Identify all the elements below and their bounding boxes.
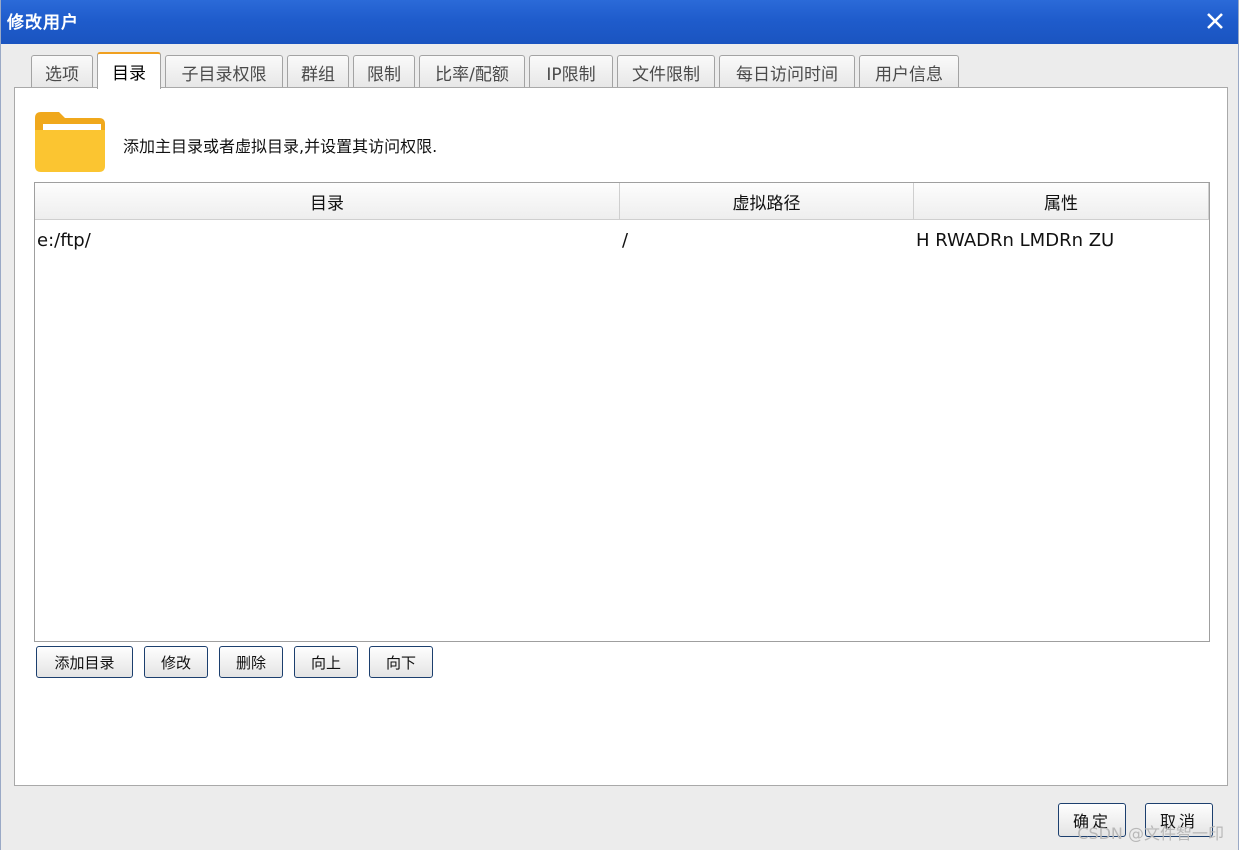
column-header-directory[interactable]: 目录 <box>35 183 620 220</box>
tab-label: 限制 <box>367 65 401 85</box>
move-up-button[interactable]: 向上 <box>294 646 358 678</box>
tab-label: 比率/配额 <box>435 65 509 85</box>
table-header: 目录 虚拟路径 属性 <box>35 183 1209 220</box>
tab-daily-access-time[interactable]: 每日访问时间 <box>719 55 855 89</box>
window-title: 修改用户 <box>7 13 79 33</box>
tab-label: 选项 <box>45 65 79 85</box>
cell-virtual-path: / <box>622 229 629 251</box>
column-header-attributes[interactable]: 属性 <box>914 183 1209 220</box>
directory-actions: 添加目录 修改 删除 向上 向下 <box>36 646 444 678</box>
tab-label: 每日访问时间 <box>736 65 838 85</box>
tab-limits[interactable]: 限制 <box>353 55 415 89</box>
modify-button[interactable]: 修改 <box>144 646 208 678</box>
close-button[interactable] <box>1200 6 1230 36</box>
tab-label: 文件限制 <box>632 65 700 85</box>
directory-description: 添加主目录或者虚拟目录,并设置其访问权限. <box>123 137 438 156</box>
cell-attributes: H RWADRn LMDRn ZU <box>916 229 1115 251</box>
move-down-button[interactable]: 向下 <box>369 646 433 678</box>
add-directory-button[interactable]: 添加目录 <box>36 646 133 678</box>
watermark: CSDN @文件智一印 <box>1077 824 1224 843</box>
tab-ratio-quota[interactable]: 比率/配额 <box>419 55 525 89</box>
delete-button[interactable]: 删除 <box>219 646 283 678</box>
title-bar[interactable]: 修改用户 <box>1 0 1238 44</box>
tab-directory[interactable]: 目录 <box>97 52 161 89</box>
tab-label: IP限制 <box>546 65 596 85</box>
tab-file-limits[interactable]: 文件限制 <box>617 55 715 89</box>
edit-user-dialog: 修改用户 选项 目录 子目录权限 群组 限制 比率/配额 IP限制 文件限制 每… <box>0 0 1239 850</box>
tab-strip: 选项 目录 子目录权限 群组 限制 比率/配额 IP限制 文件限制 每日访问时间… <box>31 52 963 89</box>
tab-user-info[interactable]: 用户信息 <box>859 55 959 89</box>
column-header-virtual-path[interactable]: 虚拟路径 <box>620 183 914 220</box>
close-icon <box>1207 13 1223 29</box>
tab-label: 子目录权限 <box>181 65 267 85</box>
tab-label: 群组 <box>301 65 335 85</box>
tab-options[interactable]: 选项 <box>31 55 93 89</box>
cell-directory: e:/ftp/ <box>37 229 91 251</box>
tab-groups[interactable]: 群组 <box>287 55 349 89</box>
tab-label: 目录 <box>112 64 146 84</box>
tab-subdir-permissions[interactable]: 子目录权限 <box>165 55 283 89</box>
tab-label: 用户信息 <box>875 65 943 85</box>
folder-icon <box>33 110 107 174</box>
tab-ip-limits[interactable]: IP限制 <box>529 55 613 89</box>
directory-panel: 添加主目录或者虚拟目录,并设置其访问权限. 目录 虚拟路径 属性 e:/ftp/… <box>14 87 1228 786</box>
directory-table: 目录 虚拟路径 属性 e:/ftp/ / H RWADRn LMDRn ZU <box>34 182 1210 642</box>
table-row[interactable]: e:/ftp/ / H RWADRn LMDRn ZU <box>35 220 1209 260</box>
